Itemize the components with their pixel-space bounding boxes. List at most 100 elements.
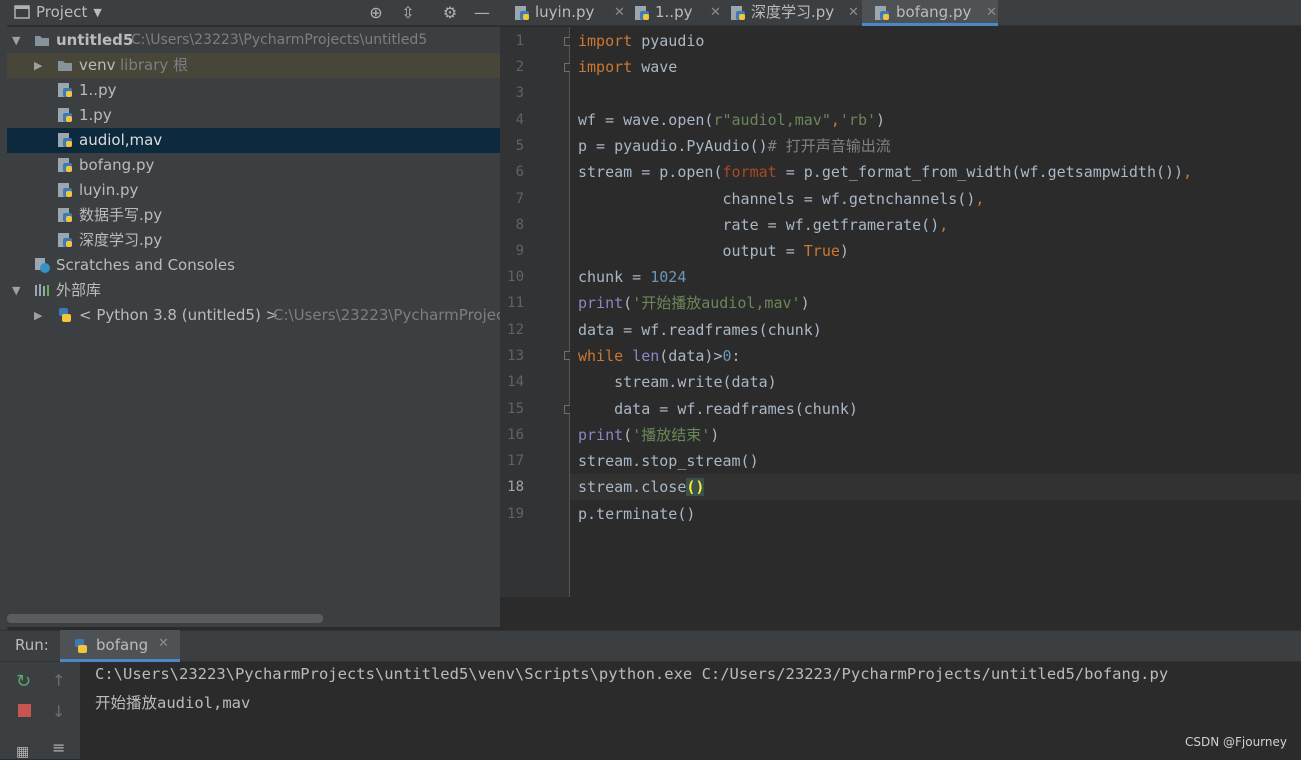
tree-item-label: Scratches and Consoles <box>56 256 235 274</box>
tree-item-venv[interactable]: ▶ venv library 根 <box>7 53 500 78</box>
folder-icon <box>58 61 72 71</box>
code-line[interactable]: while len(data)>0: <box>578 343 741 369</box>
tab-label: 深度学习.py <box>751 3 835 21</box>
code-line[interactable]: stream = p.open(format = p.get_format_fr… <box>578 159 1192 185</box>
folder-icon <box>35 36 49 46</box>
code-line[interactable]: wf = wave.open(r"audiol,mav",'rb') <box>578 107 885 133</box>
project-view-selector[interactable]: Project ▼ <box>14 3 102 21</box>
rerun-icon[interactable]: ↻ <box>16 671 31 692</box>
python-file-icon <box>58 108 72 122</box>
line-number: 3 <box>515 85 524 101</box>
code-line[interactable]: print('播放结束') <box>578 422 719 448</box>
close-icon[interactable]: ✕ <box>710 0 721 25</box>
tree-item-suffix: library 根 <box>120 56 189 74</box>
line-number-gutter: 1 2 3 4 5 6 7 8 9 10 11 12 13 14 15 16 1… <box>500 27 573 597</box>
code-line-current[interactable]: stream.close() <box>578 474 705 500</box>
tree-item-file[interactable]: luyin.py <box>7 178 500 203</box>
close-icon[interactable]: ✕ <box>986 0 997 25</box>
tab-bofang[interactable]: bofang.py ✕ <box>862 0 998 26</box>
tree-root-untitled5[interactable]: ▼ untitled5 C:\Users\23223\PycharmProjec… <box>7 28 500 53</box>
tab-1py[interactable]: 1..py ✕ <box>628 0 722 26</box>
tree-item-path: C:\Users\23223\PycharmProjects\untitled5 <box>131 32 428 48</box>
line-number: 16 <box>507 427 524 443</box>
code-line[interactable]: chunk = 1024 <box>578 264 686 290</box>
arrow-down-icon[interactable]: ↓ <box>52 702 65 721</box>
tree-item-label: bofang.py <box>79 156 155 174</box>
code-line[interactable]: stream.stop_stream() <box>578 448 759 474</box>
tab-label: luyin.py <box>535 3 595 21</box>
line-number-current: 18 <box>507 479 524 495</box>
tab-label: 1..py <box>655 3 693 21</box>
tree-item-label: < Python 3.8 (untitled5) > <box>79 306 279 324</box>
arrow-up-icon[interactable]: ↑ <box>52 671 65 690</box>
project-tree: ▼ untitled5 C:\Users\23223\PycharmProjec… <box>7 27 504 627</box>
line-number: 4 <box>515 112 524 128</box>
locate-icon[interactable]: ⊕ <box>366 3 386 23</box>
code-line[interactable]: rate = wf.getframerate(), <box>578 212 948 238</box>
code-editor[interactable]: import pyaudio import wave wf = wave.ope… <box>570 27 1301 597</box>
python-icon <box>59 308 71 322</box>
close-icon[interactable]: ✕ <box>848 0 859 25</box>
close-icon[interactable]: ✕ <box>158 636 169 651</box>
tab-label: bofang.py <box>896 3 972 21</box>
code-line[interactable]: data = wf.readframes(chunk) <box>578 317 822 343</box>
tree-item-label: audiol,mav <box>79 131 163 149</box>
gear-icon[interactable]: ⚙ <box>440 3 460 23</box>
tree-item-path: C:\Users\23223\PycharmProjec <box>273 306 505 324</box>
tree-item-file-selected[interactable]: audiol,mav <box>7 128 500 153</box>
code-line[interactable]: import wave <box>578 54 677 80</box>
python-file-icon <box>635 6 649 20</box>
code-line[interactable]: channels = wf.getnchannels(), <box>578 186 984 212</box>
collapse-all-icon[interactable]: ⇳ <box>398 3 418 23</box>
expand-arrow-icon[interactable]: ▼ <box>12 278 24 303</box>
code-line[interactable]: import pyaudio <box>578 28 704 54</box>
line-number: 11 <box>507 295 524 311</box>
line-number: 5 <box>515 138 524 154</box>
tab-luyin[interactable]: luyin.py ✕ <box>508 0 626 26</box>
close-icon[interactable]: ✕ <box>614 0 625 25</box>
tree-horizontal-scrollbar[interactable] <box>7 614 323 623</box>
run-tab-label: bofang <box>96 636 149 654</box>
chevron-down-icon: ▼ <box>93 5 102 19</box>
stop-icon[interactable] <box>18 704 31 717</box>
library-icon <box>35 284 49 296</box>
run-console[interactable]: C:\Users\23223\PycharmProjects\untitled5… <box>80 662 1301 759</box>
tree-item-file[interactable]: 1.py <box>7 103 500 128</box>
tree-item-file[interactable]: 1..py <box>7 78 500 103</box>
console-line: 开始播放audiol,mav <box>95 694 251 712</box>
editor-empty-area <box>500 597 1301 627</box>
python-file-icon <box>58 183 72 197</box>
tree-item-file[interactable]: 深度学习.py <box>7 228 500 253</box>
tree-item-python-sdk[interactable]: ▶ < Python 3.8 (untitled5) > C:\Users\23… <box>7 303 504 328</box>
expand-arrow-icon[interactable]: ▼ <box>12 28 24 53</box>
tree-item-label: 深度学习.py <box>79 231 163 249</box>
tree-item-file[interactable]: 数据手写.py <box>7 203 500 228</box>
console-line: C:\Users\23223\PycharmProjects\untitled5… <box>95 665 1169 683</box>
line-number: 8 <box>515 217 524 233</box>
project-title-label: Project <box>36 3 88 21</box>
python-file-icon <box>875 6 889 20</box>
line-number: 1 <box>515 33 524 49</box>
tree-item-external-libs[interactable]: ▼ 外部库 <box>7 278 500 303</box>
code-line[interactable]: print('开始播放audiol,mav') <box>578 290 810 316</box>
line-number: 9 <box>515 243 524 259</box>
python-file-icon <box>731 6 745 20</box>
code-line[interactable]: output = True) <box>578 238 848 264</box>
code-line[interactable]: data = wf.readframes(chunk) <box>578 396 858 422</box>
code-line[interactable]: stream.write(data) <box>578 369 777 395</box>
tab-shendu[interactable]: 深度学习.py ✕ <box>724 0 860 26</box>
code-line[interactable]: p.terminate() <box>578 501 695 527</box>
python-file-icon <box>58 83 72 97</box>
tree-item-label: 1.py <box>79 106 112 124</box>
soft-wrap-icon[interactable]: ≡ <box>52 738 65 757</box>
layout-icon[interactable]: ▦ <box>16 744 29 760</box>
hide-panel-icon[interactable]: — <box>472 3 492 23</box>
python-file-icon <box>58 208 72 222</box>
tree-item-file[interactable]: bofang.py <box>7 153 500 178</box>
tree-item-label: luyin.py <box>79 181 139 199</box>
collapse-arrow-icon[interactable]: ▶ <box>34 303 46 328</box>
code-line[interactable]: p = pyaudio.PyAudio()# 打开声音输出流 <box>578 133 891 159</box>
run-panel-label: Run: <box>15 636 49 654</box>
tree-item-scratches[interactable]: Scratches and Consoles <box>7 253 500 278</box>
collapse-arrow-icon[interactable]: ▶ <box>34 53 46 78</box>
